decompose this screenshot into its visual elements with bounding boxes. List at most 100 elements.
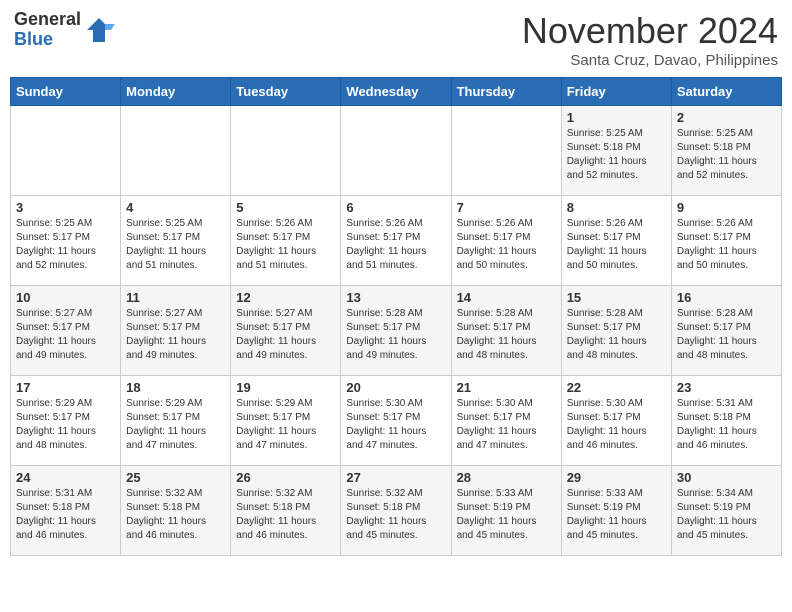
day-number: 24 (16, 470, 115, 485)
title-block: November 2024 Santa Cruz, Davao, Philipp… (522, 10, 778, 69)
calendar-cell: 25 Sunrise: 5:32 AM Sunset: 5:18 PM Dayli… (121, 466, 231, 556)
day-number: 11 (126, 290, 225, 305)
day-number: 26 (236, 470, 335, 485)
day-info: Sunrise: 5:32 AM Sunset: 5:18 PM Dayligh… (236, 487, 335, 543)
day-info: Sunrise: 5:25 AM Sunset: 5:17 PM Dayligh… (16, 217, 115, 273)
day-number: 25 (126, 470, 225, 485)
calendar-table: SundayMondayTuesdayWednesdayThursdayFrid… (10, 77, 782, 556)
day-info: Sunrise: 5:33 AM Sunset: 5:19 PM Dayligh… (457, 487, 556, 543)
header-saturday: Saturday (671, 78, 781, 106)
calendar-cell: 7 Sunrise: 5:26 AM Sunset: 5:17 PM Daylig… (451, 196, 561, 286)
day-number: 10 (16, 290, 115, 305)
calendar-cell: 16 Sunrise: 5:28 AM Sunset: 5:17 PM Dayli… (671, 286, 781, 376)
calendar-week-row: 24Sunrise: 5:31 AM Sunset: 5:18 PM Dayli… (11, 466, 782, 556)
calendar-cell: 6 Sunrise: 5:26 AM Sunset: 5:17 PM Daylig… (341, 196, 451, 286)
calendar-cell: 11 Sunrise: 5:27 AM Sunset: 5:17 PM Dayli… (121, 286, 231, 376)
day-info: Sunrise: 5:28 AM Sunset: 5:17 PM Dayligh… (567, 307, 666, 363)
calendar-cell (11, 106, 121, 196)
day-number: 14 (457, 290, 556, 305)
day-number: 22 (567, 380, 666, 395)
calendar-week-row: 10 Sunrise: 5:27 AM Sunset: 5:17 PM Dayli… (11, 286, 782, 376)
calendar-cell: 14 Sunrise: 5:28 AM Sunset: 5:17 PM Dayli… (451, 286, 561, 376)
day-info: Sunrise: 5:31 AM Sunset: 5:18 PM Dayligh… (677, 397, 776, 453)
day-number: 8 (567, 200, 666, 215)
day-number: 3 (16, 200, 115, 215)
day-number: 1 (567, 110, 666, 125)
day-number: 18 (126, 380, 225, 395)
day-info: Sunrise: 5:26 AM Sunset: 5:17 PM Dayligh… (457, 217, 556, 273)
calendar-cell: 15 Sunrise: 5:28 AM Sunset: 5:17 PM Dayli… (561, 286, 671, 376)
day-number: 2 (677, 110, 776, 125)
day-info: Sunrise: 5:32 AM Sunset: 5:18 PM Dayligh… (346, 487, 445, 543)
day-number: 5 (236, 200, 335, 215)
day-info: Sunrise: 5:27 AM Sunset: 5:17 PM Dayligh… (126, 307, 225, 363)
calendar-cell: 24Sunrise: 5:31 AM Sunset: 5:18 PM Dayli… (11, 466, 121, 556)
calendar-cell: 9Sunrise: 5:26 AM Sunset: 5:17 PM Daylig… (671, 196, 781, 286)
day-info: Sunrise: 5:26 AM Sunset: 5:17 PM Dayligh… (346, 217, 445, 273)
day-info: Sunrise: 5:28 AM Sunset: 5:17 PM Dayligh… (677, 307, 776, 363)
day-info: Sunrise: 5:29 AM Sunset: 5:17 PM Dayligh… (16, 397, 115, 453)
calendar-week-row: 3 Sunrise: 5:25 AM Sunset: 5:17 PM Daylig… (11, 196, 782, 286)
day-number: 15 (567, 290, 666, 305)
day-info: Sunrise: 5:27 AM Sunset: 5:17 PM Dayligh… (236, 307, 335, 363)
day-number: 27 (346, 470, 445, 485)
day-info: Sunrise: 5:32 AM Sunset: 5:18 PM Dayligh… (126, 487, 225, 543)
day-number: 28 (457, 470, 556, 485)
day-info: Sunrise: 5:25 AM Sunset: 5:18 PM Dayligh… (677, 127, 776, 183)
day-info: Sunrise: 5:28 AM Sunset: 5:17 PM Dayligh… (457, 307, 556, 363)
header-sunday: Sunday (11, 78, 121, 106)
calendar-cell (341, 106, 451, 196)
calendar-cell: 8 Sunrise: 5:26 AM Sunset: 5:17 PM Daylig… (561, 196, 671, 286)
day-number: 7 (457, 200, 556, 215)
day-info: Sunrise: 5:29 AM Sunset: 5:17 PM Dayligh… (236, 397, 335, 453)
logo-icon (83, 14, 115, 46)
day-info: Sunrise: 5:29 AM Sunset: 5:17 PM Dayligh… (126, 397, 225, 453)
calendar-cell: 21 Sunrise: 5:30 AM Sunset: 5:17 PM Dayli… (451, 376, 561, 466)
day-number: 20 (346, 380, 445, 395)
calendar-week-row: 1 Sunrise: 5:25 AM Sunset: 5:18 PM Daylig… (11, 106, 782, 196)
calendar-cell (231, 106, 341, 196)
calendar-cell: 23Sunrise: 5:31 AM Sunset: 5:18 PM Dayli… (671, 376, 781, 466)
calendar-week-row: 17 Sunrise: 5:29 AM Sunset: 5:17 PM Dayli… (11, 376, 782, 466)
calendar-cell: 17 Sunrise: 5:29 AM Sunset: 5:17 PM Dayli… (11, 376, 121, 466)
calendar-cell: 13Sunrise: 5:28 AM Sunset: 5:17 PM Dayli… (341, 286, 451, 376)
day-number: 30 (677, 470, 776, 485)
header-wednesday: Wednesday (341, 78, 451, 106)
calendar-cell: 29Sunrise: 5:33 AM Sunset: 5:19 PM Dayli… (561, 466, 671, 556)
day-number: 13 (346, 290, 445, 305)
day-number: 19 (236, 380, 335, 395)
calendar-cell: 20 Sunrise: 5:30 AM Sunset: 5:17 PM Dayli… (341, 376, 451, 466)
day-info: Sunrise: 5:30 AM Sunset: 5:17 PM Dayligh… (346, 397, 445, 453)
calendar-cell: 4Sunrise: 5:25 AM Sunset: 5:17 PM Daylig… (121, 196, 231, 286)
page-header: General Blue November 2024 Santa Cruz, D… (10, 10, 782, 69)
day-number: 17 (16, 380, 115, 395)
day-number: 9 (677, 200, 776, 215)
header-tuesday: Tuesday (231, 78, 341, 106)
location-subtitle: Santa Cruz, Davao, Philippines (522, 52, 778, 69)
calendar-cell: 19 Sunrise: 5:29 AM Sunset: 5:17 PM Dayli… (231, 376, 341, 466)
calendar-cell: 28 Sunrise: 5:33 AM Sunset: 5:19 PM Dayli… (451, 466, 561, 556)
calendar-cell: 5Sunrise: 5:26 AM Sunset: 5:17 PM Daylig… (231, 196, 341, 286)
day-number: 12 (236, 290, 335, 305)
day-info: Sunrise: 5:25 AM Sunset: 5:18 PM Dayligh… (567, 127, 666, 183)
calendar-header-row: SundayMondayTuesdayWednesdayThursdayFrid… (11, 78, 782, 106)
logo: General Blue (14, 10, 115, 50)
day-number: 16 (677, 290, 776, 305)
day-info: Sunrise: 5:30 AM Sunset: 5:17 PM Dayligh… (457, 397, 556, 453)
calendar-cell: 3 Sunrise: 5:25 AM Sunset: 5:17 PM Daylig… (11, 196, 121, 286)
header-monday: Monday (121, 78, 231, 106)
header-friday: Friday (561, 78, 671, 106)
calendar-cell (451, 106, 561, 196)
month-title: November 2024 (522, 10, 778, 52)
day-number: 6 (346, 200, 445, 215)
day-info: Sunrise: 5:30 AM Sunset: 5:17 PM Dayligh… (567, 397, 666, 453)
calendar-cell: 2 Sunrise: 5:25 AM Sunset: 5:18 PM Daylig… (671, 106, 781, 196)
day-info: Sunrise: 5:26 AM Sunset: 5:17 PM Dayligh… (567, 217, 666, 273)
day-number: 21 (457, 380, 556, 395)
calendar-cell: 30 Sunrise: 5:34 AM Sunset: 5:19 PM Dayli… (671, 466, 781, 556)
calendar-cell: 18 Sunrise: 5:29 AM Sunset: 5:17 PM Dayli… (121, 376, 231, 466)
logo-general-text: General (14, 10, 81, 30)
calendar-cell: 22 Sunrise: 5:30 AM Sunset: 5:17 PM Dayli… (561, 376, 671, 466)
calendar-cell: 12 Sunrise: 5:27 AM Sunset: 5:17 PM Dayli… (231, 286, 341, 376)
day-info: Sunrise: 5:34 AM Sunset: 5:19 PM Dayligh… (677, 487, 776, 543)
